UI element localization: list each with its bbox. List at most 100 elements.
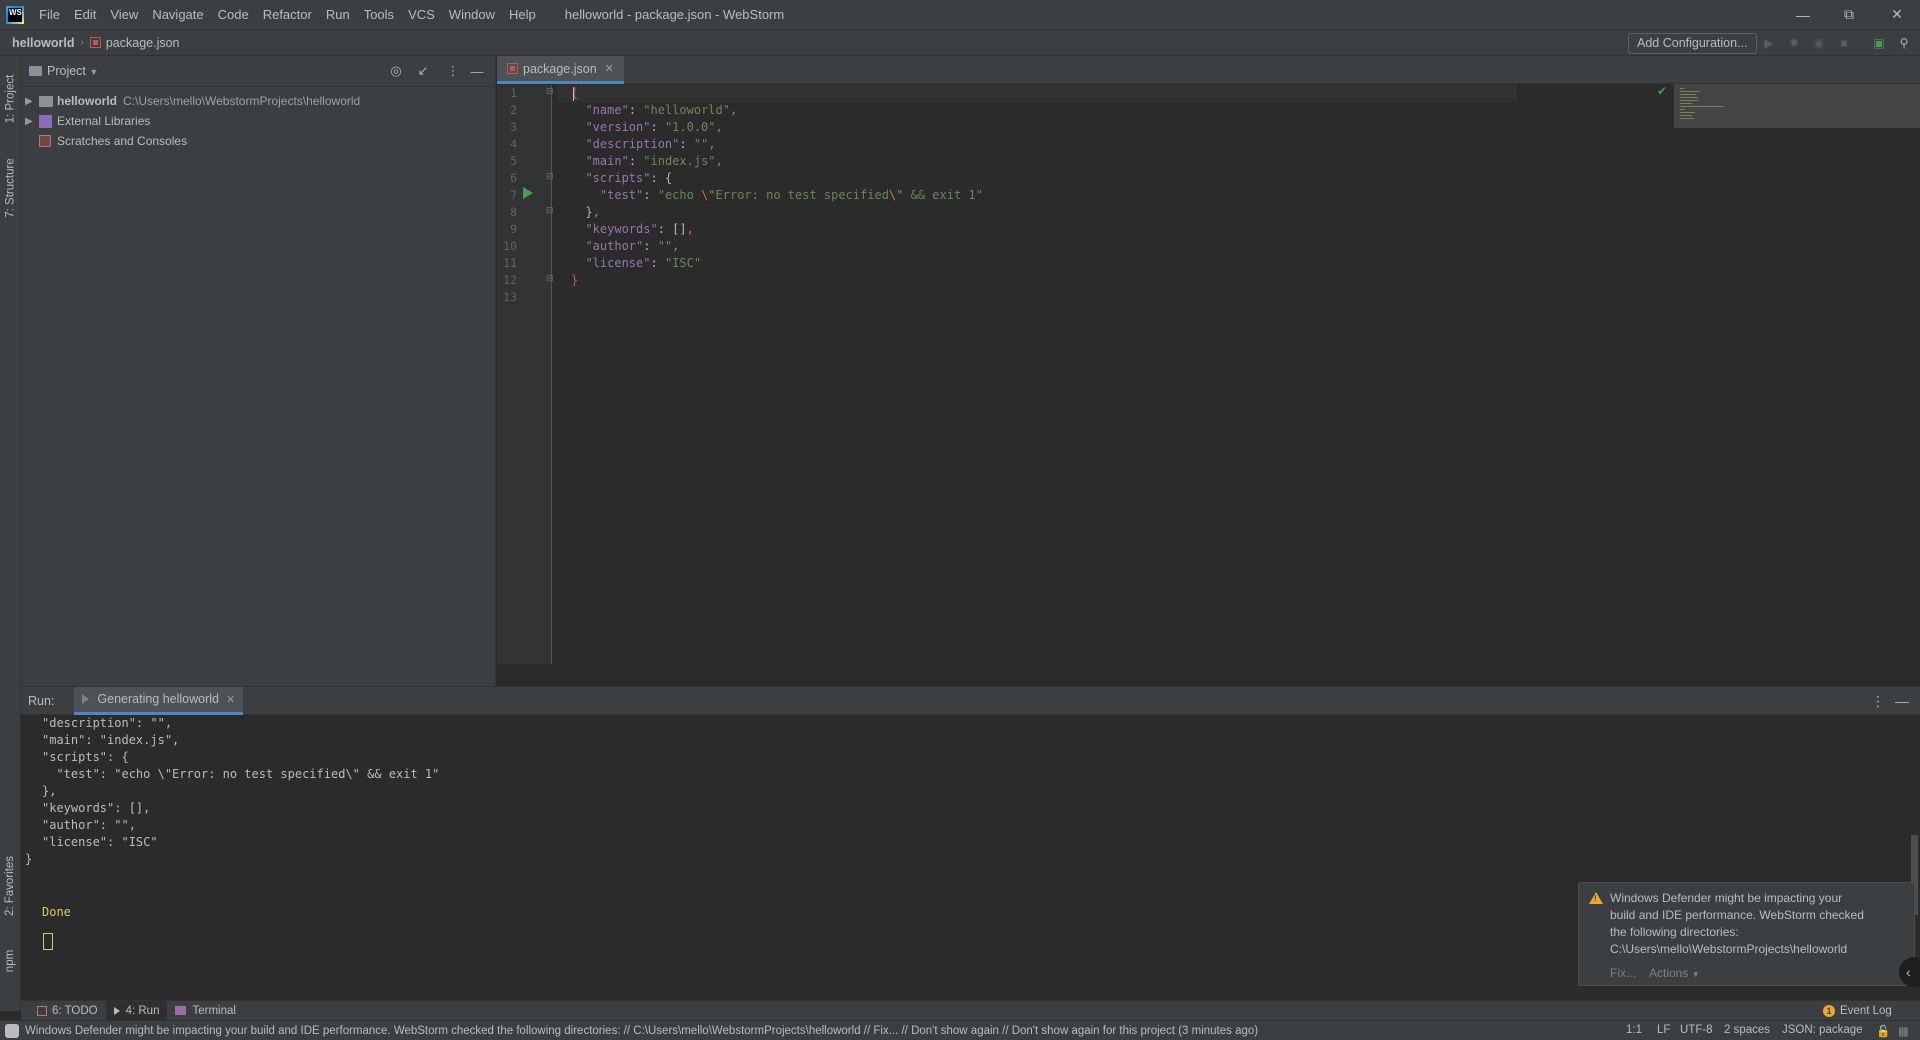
minimap-line (1680, 112, 1695, 113)
menu-file[interactable]: File (32, 0, 67, 29)
tab-favorites-tool[interactable]: 2: Favorites (0, 846, 21, 926)
hide-panel-icon[interactable]: — (1895, 693, 1909, 709)
menu-navigate[interactable]: Navigate (145, 0, 210, 29)
search-everywhere-icon[interactable]: ⚲ (1896, 35, 1912, 51)
close-window-icon[interactable]: ✕ (1874, 0, 1920, 29)
file-encoding[interactable]: UTF-8 (1680, 1024, 1713, 1036)
line-number: 9 (510, 222, 517, 236)
tab-run[interactable]: 4: Run (105, 1000, 168, 1021)
restore-icon[interactable]: ⧉ (1826, 0, 1872, 29)
close-tab-icon[interactable]: ✕ (226, 693, 235, 706)
terminal-label: Terminal (192, 1004, 236, 1017)
tab-npm-tool[interactable]: npm (0, 936, 21, 986)
tab-terminal[interactable]: Terminal (167, 1001, 243, 1021)
menu-refactor[interactable]: Refactor (256, 0, 319, 29)
console-line: "test": "echo \"Error: no test specified… (42, 767, 440, 781)
hide-panel-icon[interactable]: — (469, 63, 485, 79)
lock-icon[interactable]: 🔓 (1876, 1024, 1890, 1038)
console-input-cursor[interactable] (43, 933, 53, 950)
fold-marker-icon[interactable]: ⊟ (546, 273, 554, 284)
event-log-button[interactable]: 1 Event Log (1823, 1001, 1892, 1021)
actions-label: Actions (1649, 966, 1689, 980)
tab-todo[interactable]: 6: TODO (29, 1001, 106, 1021)
notification-status-icon[interactable] (5, 1023, 19, 1038)
tree-item-helloworld[interactable]: ▶ helloworld C:\Users\mello\WebstormProj… (21, 91, 495, 111)
run-script-icon[interactable] (523, 187, 533, 199)
terminal-toolbar-icon[interactable]: ▣ (1871, 35, 1887, 51)
console-line: } (25, 852, 33, 866)
project-folder-icon (29, 66, 42, 76)
minimap-line (1680, 109, 1685, 110)
project-view-selector[interactable]: Project ▼ (29, 64, 98, 78)
code-line: "description": "", (585, 137, 716, 151)
tree-item-external-libraries[interactable]: ▶ External Libraries (21, 111, 495, 131)
collapse-all-icon[interactable]: ↙ (415, 63, 431, 79)
menu-tools[interactable]: Tools (357, 0, 401, 29)
run-icon[interactable]: ▶ (1761, 35, 1777, 51)
menu-edit[interactable]: Edit (67, 0, 103, 29)
console-line: "license": "ISC" (42, 835, 158, 849)
debug-icon[interactable]: ✹ (1786, 35, 1802, 51)
breadcrumb-project[interactable]: helloworld (12, 36, 75, 50)
project-view-label: Project (47, 64, 86, 78)
menu-vcs[interactable]: VCS (401, 0, 442, 29)
windows-defender-notification: ! Windows Defender might be impacting yo… (1578, 882, 1915, 986)
tree-item-label: Scratches and Consoles (57, 134, 188, 148)
minimap-line (1680, 103, 1692, 104)
console-done-line: Done (42, 905, 71, 919)
status-message[interactable]: Windows Defender might be impacting your… (25, 1025, 1258, 1037)
json-schema[interactable]: JSON: package (1782, 1024, 1863, 1036)
minimap-line (1680, 118, 1694, 119)
fold-marker-icon[interactable]: ⊟ (546, 86, 554, 97)
run-tab-generating[interactable]: Generating helloworld ✕ (74, 686, 244, 715)
fold-marker-icon[interactable]: ⊟ (546, 171, 554, 182)
webstorm-logo-icon: WS (6, 5, 24, 24)
line-number: 10 (503, 239, 517, 253)
caret-position[interactable]: 1:1 (1626, 1024, 1642, 1036)
line-number: 11 (503, 256, 517, 270)
inspection-ok-icon[interactable]: ✔ (1657, 84, 1667, 98)
code-area[interactable]: { "name": "helloworld", "version": "1.0.… (557, 85, 1857, 664)
notification-actions-link[interactable]: Actions ▼ (1649, 966, 1700, 980)
text-caret (573, 87, 574, 101)
add-configuration-button[interactable]: Add Configuration... (1628, 33, 1757, 54)
code-minimap[interactable] (1674, 84, 1920, 128)
menu-run[interactable]: Run (319, 0, 357, 29)
status-bar: Windows Defender might be impacting your… (0, 1020, 1920, 1040)
fold-marker-icon[interactable]: ⊟ (546, 205, 554, 216)
menu-help[interactable]: Help (502, 0, 543, 29)
minimize-icon[interactable]: — (1780, 0, 1826, 29)
line-number: 8 (510, 205, 517, 219)
notification-text: Windows Defender might be impacting your (1610, 891, 1843, 905)
line-separator[interactable]: LF (1657, 1024, 1670, 1036)
menu-window[interactable]: Window (442, 0, 502, 29)
run-label: Run: (28, 693, 55, 708)
code-line: "version": "1.0.0", (585, 120, 723, 134)
more-options-icon[interactable]: ⋮ (1871, 693, 1885, 710)
stop-icon[interactable]: ■ (1836, 35, 1852, 51)
memory-indicator-icon[interactable]: ▦ (1898, 1024, 1909, 1038)
expand-arrow-icon[interactable]: ▶ (25, 96, 39, 107)
locate-icon[interactable]: ◎ (388, 63, 404, 79)
code-editor: package.json ✕ 1 2 3 4 5 6 7 8 9 10 11 1… (497, 56, 1920, 664)
tab-structure-tool[interactable]: 7: Structure (0, 148, 21, 228)
tab-project-tool[interactable]: 1: Project (0, 64, 21, 134)
code-line: "author": "", (585, 239, 680, 253)
breadcrumb-file[interactable]: package.json (106, 36, 180, 50)
tab-package-json[interactable]: package.json ✕ (497, 56, 624, 84)
title-bar: WS File Edit View Navigate Code Refactor… (0, 0, 1920, 29)
close-tab-icon[interactable]: ✕ (605, 62, 614, 75)
coverage-icon[interactable]: ◉ (1811, 35, 1827, 51)
run-label: 4: Run (125, 1004, 160, 1017)
code-line: "scripts": { (585, 171, 673, 185)
line-number: 1 (510, 86, 517, 100)
expand-arrow-icon[interactable]: ▶ (25, 116, 39, 127)
console-line: "description": "", (42, 716, 173, 730)
notification-fix-link[interactable]: Fix... (1610, 966, 1636, 980)
menu-view[interactable]: View (103, 0, 145, 29)
menu-code[interactable]: Code (211, 0, 256, 29)
more-options-icon[interactable]: ⋮ (445, 63, 461, 79)
indent-setting[interactable]: 2 spaces (1724, 1024, 1770, 1036)
tree-item-scratches[interactable]: Scratches and Consoles (21, 131, 495, 151)
line-number: 2 (510, 103, 517, 117)
